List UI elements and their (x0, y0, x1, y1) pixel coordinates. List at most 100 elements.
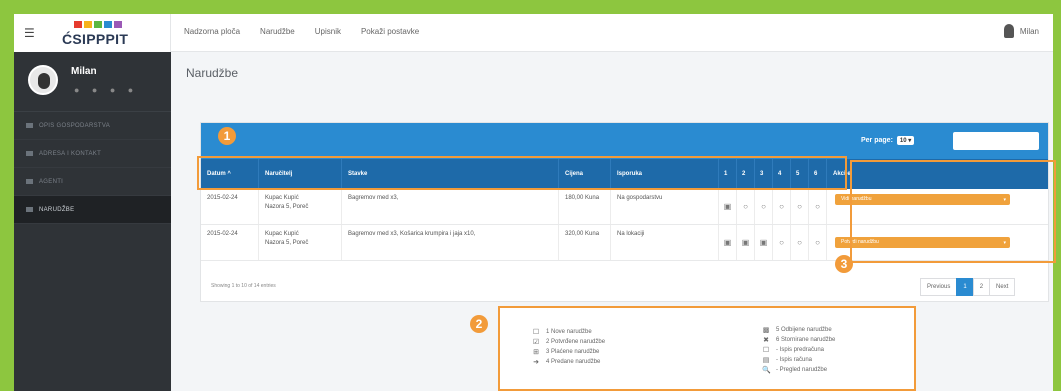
legend-item: ✖ 6 Stornirane narudžbe (762, 336, 835, 344)
status-icon: ▣ (719, 189, 737, 224)
legend-item: ▩ 5 Odbijene narudžbe (762, 326, 835, 334)
cancel-icon: ✖ (763, 337, 769, 344)
per-page-value: 10 (899, 138, 907, 144)
status-icon: ○ (809, 225, 827, 260)
arrow-right-icon: ➜ (533, 359, 539, 366)
user-icon (1003, 24, 1014, 38)
legend-item: ☐ - Ispis predračuna (762, 346, 835, 354)
page-1[interactable]: 1 (956, 278, 974, 296)
user-menu[interactable]: Milan (1003, 24, 1039, 38)
legend-text: 6 Stornirane narudžbe (776, 337, 836, 343)
cell-customer: Kupac Kupić Nazora 5, Poreč (259, 189, 342, 224)
legend-text: - Pregled narudžbe (776, 367, 828, 373)
top-bar: ☰ ĆSIPPPIT Nadzorna ploča Narudžbe Upisn… (14, 14, 1053, 52)
page-previous[interactable]: Previous (920, 278, 958, 296)
legend-item: ☑ 2 Potvrđene narudžbe (532, 338, 605, 346)
sidebar-item-description[interactable]: OPIS GOSPODARSTVA (14, 112, 171, 140)
cell-items: Bagremov med x3, Košarica krumpira i jaj… (342, 225, 559, 260)
profile-name: Milan (71, 66, 97, 77)
status-icon: ▣ (755, 225, 773, 260)
top-nav: Nadzorna ploča Narudžbe Upisnik Pokaži p… (184, 27, 419, 36)
check-icon: ☑ (532, 339, 540, 346)
page-2[interactable]: 2 (972, 278, 991, 296)
app-logo: ĆSIPPPIT (62, 31, 129, 47)
pagination: Previous 1 2 Next (920, 278, 1016, 296)
sidebar-item-label: OPIS GOSPODARSTVA (39, 122, 111, 129)
nav-settings[interactable]: Pokaži postavke (361, 27, 419, 36)
menu-toggle-icon[interactable]: ☰ (24, 26, 35, 40)
legend-text: - Ispis računa (776, 357, 813, 363)
logo-area: ☰ ĆSIPPPIT (14, 14, 171, 52)
legend-text: 3 Plaćene narudžbe (546, 349, 600, 355)
legend-item: ⊞ 3 Plaćene narudžbe (532, 348, 605, 356)
list-icon (26, 123, 33, 128)
cell-items: Bagremov med x3, (342, 189, 559, 224)
legend-right: ▩ 5 Odbijene narudžbe ✖ 6 Stornirane narud… (762, 326, 835, 374)
callout-2-badge: 2 (470, 315, 488, 333)
legend-text: 1 Nove narudžbe (546, 329, 592, 335)
page-next[interactable]: Next (989, 278, 1016, 296)
sidebar-item-orders[interactable]: NARUDŽBE (14, 196, 171, 224)
cell-date: 2015-02-24 (201, 189, 259, 224)
legend-text: - Ispis predračuna (776, 347, 825, 353)
profile-card: Milan ● ● ● ● (14, 52, 171, 112)
nav-orders[interactable]: Narudžbe (260, 27, 295, 36)
status-icon: ○ (773, 225, 791, 260)
nav-register[interactable]: Upisnik (315, 27, 341, 36)
status-legend: ☐ 1 Nove narudžbe ☑ 2 Potvrđene narudžbe ⊞… (498, 306, 916, 391)
entries-info: Showing 1 to 10 of 14 entries (211, 283, 276, 289)
list-icon (26, 207, 33, 212)
callout-box-actions (850, 160, 1056, 263)
status-icon: ▣ (737, 225, 755, 260)
cell-customer: Kupac Kupić Nazora 5, Poreč (259, 225, 342, 260)
status-icon: ○ (755, 189, 773, 224)
sidebar-item-label: AGENTI (39, 178, 64, 185)
cell-delivery: Na gospodarstvu (611, 189, 719, 224)
cell-date: 2015-02-24 (201, 225, 259, 260)
sidebar-item-agents[interactable]: AGENTI (14, 168, 171, 196)
legend-left: ☐ 1 Nove narudžbe ☑ 2 Potvrđene narudžbe ⊞… (532, 328, 605, 366)
cell-price: 180,00 Kuna (559, 189, 611, 224)
sidebar-item-label: ADRESA I KONTAKT (39, 150, 102, 157)
callout-box-columns (197, 156, 847, 190)
per-page-control: Per page: 10 ▾ (861, 136, 915, 145)
logo-icon (74, 21, 122, 28)
status-icon: ○ (737, 189, 755, 224)
legend-text: 5 Odbijene narudžbe (776, 327, 832, 333)
profile-status-dots: ● ● ● ● (74, 85, 139, 95)
new-icon: ☐ (532, 329, 540, 336)
legend-text: 4 Predane narudžbe (546, 359, 601, 365)
status-icon: ○ (791, 225, 809, 260)
legend-item: 🔍 - Pregled narudžbe (762, 366, 835, 374)
invoice-icon: ▤ (762, 357, 770, 364)
callout-3-badge: 3 (835, 255, 853, 273)
callout-1-badge: 1 (218, 127, 236, 145)
legend-item: ☐ 1 Nove narudžbe (532, 328, 605, 336)
cell-delivery: Na lokaciji (611, 225, 719, 260)
legend-text: 2 Potvrđene narudžbe (546, 339, 606, 345)
rejected-icon: ▩ (762, 327, 770, 334)
status-icon: ○ (809, 189, 827, 224)
status-icon: ○ (773, 189, 791, 224)
money-icon: ⊞ (533, 349, 539, 356)
nav-dashboard[interactable]: Nadzorna ploča (184, 27, 240, 36)
cell-price: 320,00 Kuna (559, 225, 611, 260)
table-toolbar: Per page: 10 ▾ (201, 123, 1048, 159)
status-icon: ○ (791, 189, 809, 224)
legend-item: ➜ 4 Predane narudžbe (532, 358, 605, 366)
list-icon (26, 151, 33, 156)
table-footer: Showing 1 to 10 of 14 entries Previous 1… (201, 267, 1048, 303)
avatar (28, 65, 58, 95)
sidebar: Milan ● ● ● ● OPIS GOSPODARSTVA ADRESA I… (14, 52, 171, 391)
legend-item: ▤ - Ispis računa (762, 356, 835, 364)
per-page-label: Per page: (861, 137, 893, 144)
status-icon: ▣ (719, 225, 737, 260)
invoice-draft-icon: ☐ (762, 347, 770, 354)
per-page-select[interactable]: 10 ▾ (896, 136, 915, 145)
page-title: Narudžbe (186, 66, 239, 80)
search-icon: 🔍 (762, 367, 771, 374)
list-icon (26, 179, 33, 184)
sidebar-item-address[interactable]: ADRESA I KONTAKT (14, 140, 171, 168)
search-input[interactable] (953, 132, 1039, 150)
sidebar-item-label: NARUDŽBE (39, 206, 75, 213)
